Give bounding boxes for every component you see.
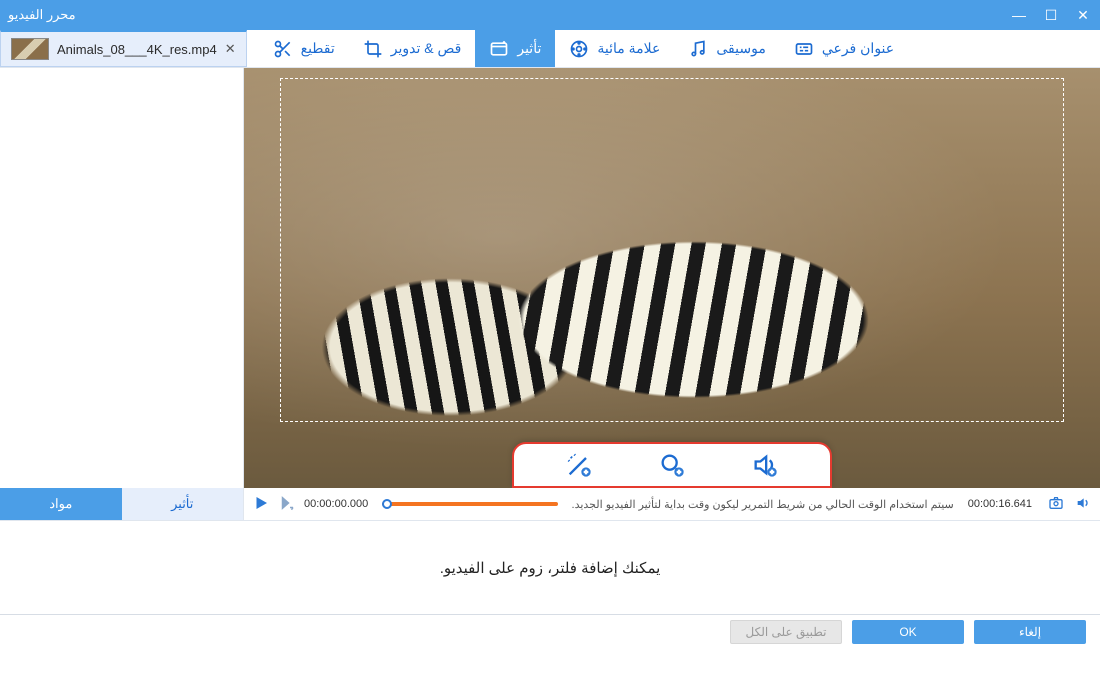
step-button[interactable]	[278, 494, 296, 515]
tab-music[interactable]: موسيقى	[674, 30, 779, 67]
tool-tabs: تقطيع قص & تدوير تأثير علامة مائية موسيق	[259, 30, 1100, 67]
close-button[interactable]: ✕	[1074, 7, 1092, 24]
timeline-knob[interactable]	[382, 499, 392, 509]
effect-float-toolbar	[512, 442, 832, 488]
file-name: Animals_08___4K_res.mp4	[57, 42, 217, 57]
sidebar: مواد تأثير	[0, 68, 244, 520]
footer: تطبيق على الكل OK إلغاء	[0, 614, 1100, 648]
tab-watermark[interactable]: علامة مائية	[555, 30, 674, 67]
description-area: يمكنك إضافة فلتر، زوم على الفيديو.	[0, 520, 1100, 614]
timeline-slider[interactable]	[382, 502, 557, 506]
watermark-icon	[569, 39, 589, 59]
effect-icon	[489, 39, 509, 59]
timeline-hint: سيتم استخدام الوقت الحالي من شريط التمري…	[572, 498, 954, 511]
maximize-button[interactable]: ☐	[1042, 7, 1060, 24]
preview-area: 00:00:00.000 سيتم استخدام الوقت الحالي م…	[244, 68, 1100, 520]
time-total: 00:00:16.641	[968, 498, 1032, 510]
video-preview[interactable]	[244, 68, 1100, 488]
file-thumb-icon	[11, 38, 49, 60]
music-icon	[688, 39, 708, 59]
time-current: 00:00:00.000	[304, 498, 368, 510]
selection-box[interactable]	[280, 78, 1064, 422]
window-title: محرر الفيديو	[8, 7, 76, 23]
tab-trim[interactable]: تقطيع	[259, 30, 349, 67]
file-tab[interactable]: Animals_08___4K_res.mp4 ✕	[0, 30, 247, 67]
crop-icon	[363, 39, 383, 59]
workspace: مواد تأثير	[0, 68, 1100, 520]
add-zoom-button[interactable]	[658, 451, 686, 479]
minimize-button[interactable]: —	[1010, 7, 1028, 24]
close-file-icon[interactable]: ✕	[225, 41, 236, 57]
cancel-button[interactable]: إلغاء	[974, 620, 1086, 644]
scissors-icon	[273, 39, 293, 59]
side-tabs: مواد تأثير	[0, 488, 243, 520]
apply-all-button: تطبيق على الكل	[730, 620, 842, 644]
tab-crop-rotate[interactable]: قص & تدوير	[349, 30, 476, 67]
tab-subtitle[interactable]: عنوان فرعي	[780, 30, 908, 67]
play-button[interactable]	[252, 494, 270, 515]
add-filter-button[interactable]	[565, 451, 593, 479]
ok-button[interactable]: OK	[852, 620, 964, 644]
tab-effect[interactable]: تأثير	[475, 30, 555, 67]
description-text: يمكنك إضافة فلتر، زوم على الفيديو.	[440, 559, 661, 577]
add-volume-button[interactable]	[751, 451, 779, 479]
title-bar: محرر الفيديو — ☐ ✕	[0, 0, 1100, 30]
side-tab-effects[interactable]: تأثير	[122, 488, 244, 520]
window-controls: — ☐ ✕	[1010, 7, 1092, 24]
volume-button[interactable]	[1074, 495, 1092, 514]
playback-bar: 00:00:00.000 سيتم استخدام الوقت الحالي م…	[244, 488, 1100, 520]
subtitle-icon	[794, 39, 814, 59]
toolbar: Animals_08___4K_res.mp4 ✕ تقطيع قص & تدو…	[0, 30, 1100, 68]
side-tab-materials[interactable]: مواد	[0, 488, 122, 520]
snapshot-button[interactable]	[1046, 495, 1066, 514]
